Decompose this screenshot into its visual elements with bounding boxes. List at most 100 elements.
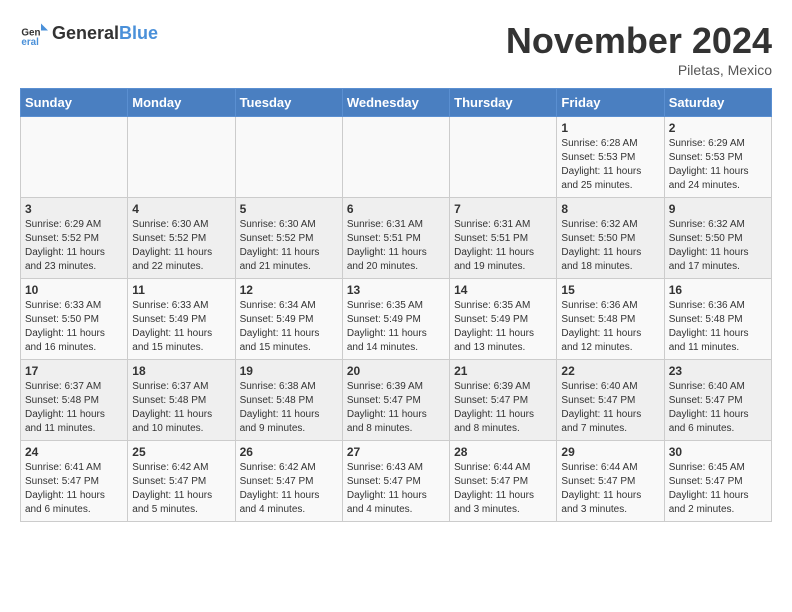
calendar-cell: 30 Sunrise: 6:45 AM Sunset: 5:47 PM Dayli… <box>664 441 771 522</box>
calendar-cell: 17 Sunrise: 6:37 AM Sunset: 5:48 PM Dayli… <box>21 360 128 441</box>
day-number: 11 <box>132 283 230 297</box>
day-number: 22 <box>561 364 659 378</box>
day-info: Sunrise: 6:30 AM Sunset: 5:52 PM Dayligh… <box>132 218 230 274</box>
calendar-cell: 13 Sunrise: 6:35 AM Sunset: 5:49 PM Dayli… <box>342 279 449 360</box>
day-info: Sunrise: 6:37 AM Sunset: 5:48 PM Dayligh… <box>132 380 230 436</box>
calendar-cell: 21 Sunrise: 6:39 AM Sunset: 5:47 PM Dayli… <box>450 360 557 441</box>
day-info: Sunrise: 6:33 AM Sunset: 5:49 PM Dayligh… <box>132 299 230 355</box>
day-number: 1 <box>561 121 659 135</box>
day-info: Sunrise: 6:29 AM Sunset: 5:52 PM Dayligh… <box>25 218 123 274</box>
calendar-cell: 10 Sunrise: 6:33 AM Sunset: 5:50 PM Dayli… <box>21 279 128 360</box>
calendar-week-row: 24 Sunrise: 6:41 AM Sunset: 5:47 PM Dayli… <box>21 441 772 522</box>
day-info: Sunrise: 6:33 AM Sunset: 5:50 PM Dayligh… <box>25 299 123 355</box>
day-info: Sunrise: 6:30 AM Sunset: 5:52 PM Dayligh… <box>240 218 338 274</box>
day-number: 4 <box>132 202 230 216</box>
day-info: Sunrise: 6:35 AM Sunset: 5:49 PM Dayligh… <box>347 299 445 355</box>
calendar-cell: 12 Sunrise: 6:34 AM Sunset: 5:49 PM Dayli… <box>235 279 342 360</box>
calendar-week-row: 3 Sunrise: 6:29 AM Sunset: 5:52 PM Daylig… <box>21 198 772 279</box>
calendar-cell: 8 Sunrise: 6:32 AM Sunset: 5:50 PM Daylig… <box>557 198 664 279</box>
logo: Gen eral GeneralBlue <box>20 20 158 48</box>
day-info: Sunrise: 6:29 AM Sunset: 5:53 PM Dayligh… <box>669 137 767 193</box>
calendar-cell: 16 Sunrise: 6:36 AM Sunset: 5:48 PM Dayli… <box>664 279 771 360</box>
calendar-cell <box>235 117 342 198</box>
col-header-monday: Monday <box>128 89 235 117</box>
day-number: 7 <box>454 202 552 216</box>
day-info: Sunrise: 6:31 AM Sunset: 5:51 PM Dayligh… <box>454 218 552 274</box>
location-subtitle: Piletas, Mexico <box>506 62 772 78</box>
day-number: 2 <box>669 121 767 135</box>
day-number: 27 <box>347 445 445 459</box>
day-info: Sunrise: 6:39 AM Sunset: 5:47 PM Dayligh… <box>347 380 445 436</box>
day-number: 10 <box>25 283 123 297</box>
calendar-cell: 15 Sunrise: 6:36 AM Sunset: 5:48 PM Dayli… <box>557 279 664 360</box>
day-number: 12 <box>240 283 338 297</box>
day-number: 13 <box>347 283 445 297</box>
logo-icon: Gen eral <box>20 20 48 48</box>
day-info: Sunrise: 6:45 AM Sunset: 5:47 PM Dayligh… <box>669 461 767 517</box>
calendar-cell: 7 Sunrise: 6:31 AM Sunset: 5:51 PM Daylig… <box>450 198 557 279</box>
day-info: Sunrise: 6:37 AM Sunset: 5:48 PM Dayligh… <box>25 380 123 436</box>
calendar-header-row: SundayMondayTuesdayWednesdayThursdayFrid… <box>21 89 772 117</box>
calendar-cell: 26Sunrise: 6:42 AM Sunset: 5:47 PM Dayli… <box>235 441 342 522</box>
day-info: Sunrise: 6:44 AM Sunset: 5:47 PM Dayligh… <box>454 461 552 517</box>
calendar-cell: 11 Sunrise: 6:33 AM Sunset: 5:49 PM Dayli… <box>128 279 235 360</box>
logo-general-text: General <box>52 23 119 43</box>
day-info: Sunrise: 6:41 AM Sunset: 5:47 PM Dayligh… <box>25 461 123 517</box>
logo-blue-text: Blue <box>119 23 158 43</box>
calendar-cell: 9 Sunrise: 6:32 AM Sunset: 5:50 PM Daylig… <box>664 198 771 279</box>
day-info: Sunrise: 6:42 AM Sunset: 5:47 PM Dayligh… <box>240 461 338 517</box>
col-header-thursday: Thursday <box>450 89 557 117</box>
day-info: Sunrise: 6:43 AM Sunset: 5:47 PM Dayligh… <box>347 461 445 517</box>
month-title: November 2024 <box>506 20 772 62</box>
col-header-wednesday: Wednesday <box>342 89 449 117</box>
calendar-cell: 14 Sunrise: 6:35 AM Sunset: 5:49 PM Dayli… <box>450 279 557 360</box>
day-number: 5 <box>240 202 338 216</box>
day-number: 21 <box>454 364 552 378</box>
day-number: 8 <box>561 202 659 216</box>
day-info: Sunrise: 6:36 AM Sunset: 5:48 PM Dayligh… <box>561 299 659 355</box>
calendar-week-row: 17 Sunrise: 6:37 AM Sunset: 5:48 PM Dayli… <box>21 360 772 441</box>
day-info: Sunrise: 6:36 AM Sunset: 5:48 PM Dayligh… <box>669 299 767 355</box>
day-number: 3 <box>25 202 123 216</box>
calendar-cell <box>21 117 128 198</box>
day-number: 29 <box>561 445 659 459</box>
page-header: Gen eral GeneralBlue November 2024 Pilet… <box>20 20 772 78</box>
calendar-cell: 20 Sunrise: 6:39 AM Sunset: 5:47 PM Dayli… <box>342 360 449 441</box>
calendar-cell: 19 Sunrise: 6:38 AM Sunset: 5:48 PM Dayli… <box>235 360 342 441</box>
day-info: Sunrise: 6:32 AM Sunset: 5:50 PM Dayligh… <box>669 218 767 274</box>
calendar-cell <box>342 117 449 198</box>
calendar-cell: 29Sunrise: 6:44 AM Sunset: 5:47 PM Dayli… <box>557 441 664 522</box>
day-info: Sunrise: 6:39 AM Sunset: 5:47 PM Dayligh… <box>454 380 552 436</box>
day-info: Sunrise: 6:38 AM Sunset: 5:48 PM Dayligh… <box>240 380 338 436</box>
calendar-cell: 27 Sunrise: 6:43 AM Sunset: 5:47 PM Dayli… <box>342 441 449 522</box>
day-number: 25 <box>132 445 230 459</box>
calendar-cell: 3 Sunrise: 6:29 AM Sunset: 5:52 PM Daylig… <box>21 198 128 279</box>
day-info: Sunrise: 6:34 AM Sunset: 5:49 PM Dayligh… <box>240 299 338 355</box>
calendar-cell: 28 Sunrise: 6:44 AM Sunset: 5:47 PM Dayli… <box>450 441 557 522</box>
day-number: 19 <box>240 364 338 378</box>
day-number: 14 <box>454 283 552 297</box>
day-number: 17 <box>25 364 123 378</box>
day-info: Sunrise: 6:32 AM Sunset: 5:50 PM Dayligh… <box>561 218 659 274</box>
calendar-cell: 22 Sunrise: 6:40 AM Sunset: 5:47 PM Dayli… <box>557 360 664 441</box>
day-info: Sunrise: 6:40 AM Sunset: 5:47 PM Dayligh… <box>669 380 767 436</box>
day-number: 30 <box>669 445 767 459</box>
day-info: Sunrise: 6:31 AM Sunset: 5:51 PM Dayligh… <box>347 218 445 274</box>
col-header-tuesday: Tuesday <box>235 89 342 117</box>
day-info: Sunrise: 6:28 AM Sunset: 5:53 PM Dayligh… <box>561 137 659 193</box>
col-header-saturday: Saturday <box>664 89 771 117</box>
day-number: 24 <box>25 445 123 459</box>
calendar-cell <box>128 117 235 198</box>
day-number: 9 <box>669 202 767 216</box>
day-number: 18 <box>132 364 230 378</box>
day-number: 16 <box>669 283 767 297</box>
day-number: 23 <box>669 364 767 378</box>
day-info: Sunrise: 6:40 AM Sunset: 5:47 PM Dayligh… <box>561 380 659 436</box>
calendar-cell: 25Sunrise: 6:42 AM Sunset: 5:47 PM Dayli… <box>128 441 235 522</box>
day-number: 15 <box>561 283 659 297</box>
day-info: Sunrise: 6:35 AM Sunset: 5:49 PM Dayligh… <box>454 299 552 355</box>
day-number: 20 <box>347 364 445 378</box>
day-number: 6 <box>347 202 445 216</box>
calendar-week-row: 1 Sunrise: 6:28 AM Sunset: 5:53 PM Daylig… <box>21 117 772 198</box>
day-number: 28 <box>454 445 552 459</box>
